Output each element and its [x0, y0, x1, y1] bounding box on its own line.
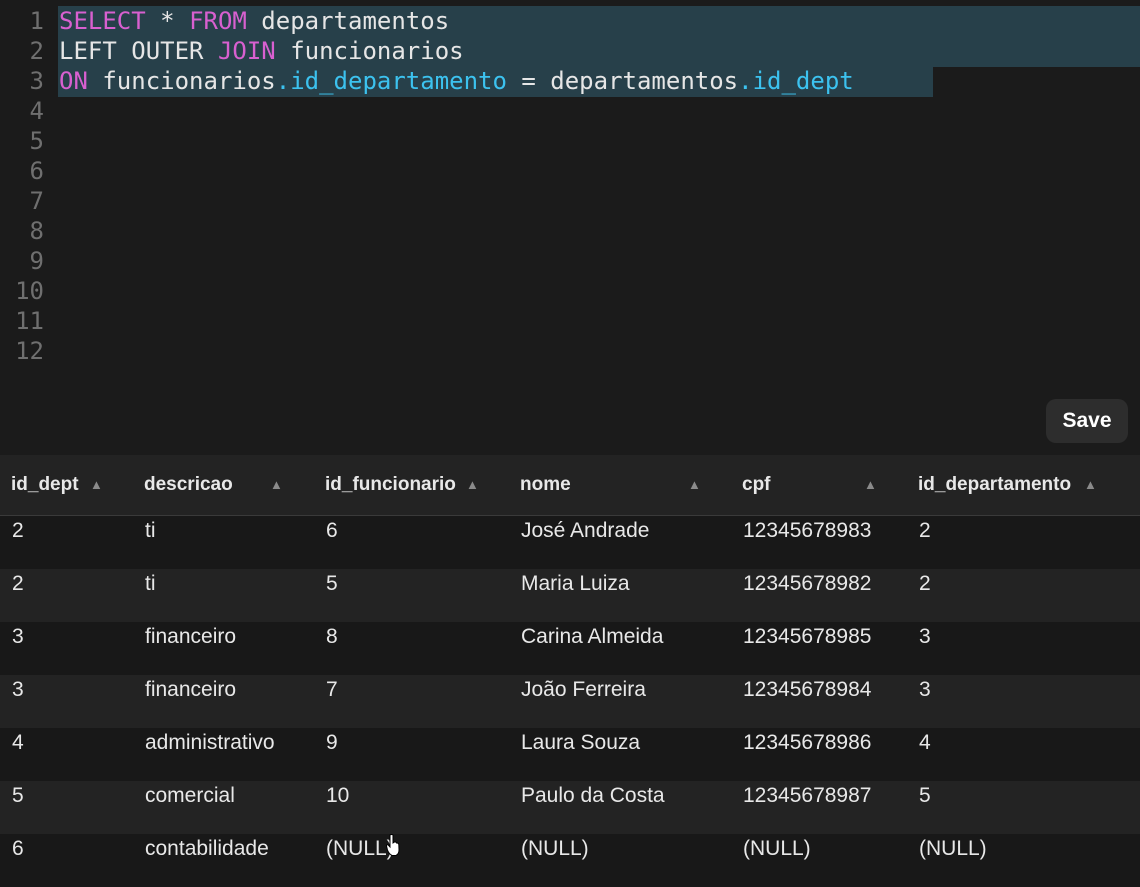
line-number: 8 [29, 217, 44, 245]
cell-id-dept: 5 [12, 784, 24, 807]
column-header-id-funcionario[interactable]: id_funcionario [325, 455, 456, 515]
code-area[interactable]: SELECT * FROM departamentos LEFT OUTER JO… [59, 6, 854, 96]
cell-cpf: 12345678986 [743, 731, 872, 754]
cell-id-funcionario: (NULL) [326, 837, 394, 860]
code-line: SELECT * FROM departamentos [59, 6, 854, 36]
table-row[interactable]: 6 contabilidade (NULL) (NULL) (NULL) (NULL) [0, 834, 1140, 887]
sort-ascending-icon[interactable]: ▲ [864, 455, 877, 515]
cell-id-funcionario: 9 [326, 731, 338, 754]
line-number: 10 [15, 277, 44, 305]
cell-cpf: 12345678982 [743, 572, 872, 595]
cell-cpf: 12345678985 [743, 625, 872, 648]
code-token: funcionarios [275, 37, 464, 65]
line-number-gutter: 1 2 3 4 5 6 7 8 9 10 11 12 [0, 6, 50, 366]
sql-editor[interactable]: 1 2 3 4 5 6 7 8 9 10 11 12 SELECT * FROM departamen… [0, 0, 1140, 455]
cell-id-dept: 3 [12, 625, 24, 648]
cell-id-departamento: 3 [919, 625, 931, 648]
table-row[interactable]: 5 comercial 10 Paulo da Costa 12345678987 5 [0, 781, 1140, 834]
column-header-nome[interactable]: nome [520, 455, 571, 515]
cell-id-departamento: (NULL) [919, 837, 987, 860]
cell-nome: (NULL) [521, 837, 589, 860]
results-grid: id_dept ▲ descricao ▲ id_funcionario ▲ nome ▲ cp… [0, 455, 1140, 887]
cell-id-dept: 2 [12, 519, 24, 542]
sort-ascending-icon[interactable]: ▲ [270, 455, 283, 515]
cell-descricao: administrativo [145, 731, 275, 754]
cell-id-funcionario: 8 [326, 625, 338, 648]
sort-ascending-icon[interactable]: ▲ [90, 455, 103, 515]
code-line: ON funcionarios.id_departamento = depart… [59, 66, 854, 96]
code-token: LEFT OUTER [59, 37, 218, 65]
sql-keyword: SELECT [59, 7, 146, 35]
cell-id-dept: 2 [12, 572, 24, 595]
cell-id-departamento: 3 [919, 678, 931, 701]
cell-id-funcionario: 7 [326, 678, 338, 701]
sql-keyword: ON [59, 67, 88, 95]
table-row[interactable]: 2 ti 5 Maria Luiza 12345678982 2 [0, 569, 1140, 622]
table-row[interactable]: 3 financeiro 7 João Ferreira 12345678984 3 [0, 675, 1140, 728]
code-token: funcionarios [87, 67, 276, 95]
code-line: LEFT OUTER JOIN funcionarios [59, 36, 854, 66]
line-number: 5 [29, 127, 44, 155]
cell-id-departamento: 2 [919, 519, 931, 542]
line-number: 11 [15, 307, 44, 335]
cell-id-dept: 6 [12, 837, 24, 860]
line-number: 3 [29, 67, 44, 95]
save-button[interactable]: Save [1046, 399, 1128, 443]
sort-ascending-icon[interactable]: ▲ [466, 455, 479, 515]
cell-nome: Laura Souza [521, 731, 641, 754]
cell-cpf: (NULL) [743, 837, 811, 860]
column-header-descricao[interactable]: descricao [144, 455, 233, 515]
cell-id-dept: 3 [12, 678, 24, 701]
table-row[interactable]: 3 financeiro 8 Carina Almeida 12345678985 3 [0, 622, 1140, 675]
cell-descricao: ti [145, 572, 156, 595]
column-header-id-dept[interactable]: id_dept [11, 455, 79, 515]
cell-id-funcionario: 6 [326, 519, 338, 542]
sql-keyword: JOIN [217, 37, 276, 65]
cell-nome: José Andrade [521, 519, 650, 542]
column-reference: .id_departamento [275, 67, 507, 95]
cell-nome: Carina Almeida [521, 625, 664, 648]
cell-descricao: comercial [145, 784, 235, 807]
results-header: id_dept ▲ descricao ▲ id_funcionario ▲ nome ▲ cp… [0, 455, 1140, 516]
line-number: 7 [29, 187, 44, 215]
cell-nome: Paulo da Costa [521, 784, 665, 807]
code-token: = departamentos [506, 67, 739, 95]
cell-cpf: 12345678983 [743, 519, 872, 542]
sql-keyword: FROM [189, 7, 247, 35]
line-number: 2 [29, 37, 44, 65]
line-number: 4 [29, 97, 44, 125]
cell-descricao: contabilidade [145, 837, 269, 860]
line-number: 9 [29, 247, 44, 275]
cell-descricao: financeiro [145, 678, 237, 701]
line-number: 12 [15, 337, 44, 365]
column-header-id-departamento[interactable]: id_departamento [918, 455, 1071, 515]
cell-cpf: 12345678984 [743, 678, 872, 701]
cell-id-departamento: 5 [919, 784, 931, 807]
cell-descricao: ti [145, 519, 156, 542]
code-token: * [145, 7, 190, 35]
table-row[interactable]: 4 administrativo 9 Laura Souza 12345678986 4 [0, 728, 1140, 781]
cell-id-funcionario: 10 [326, 784, 350, 807]
line-number: 1 [29, 7, 44, 35]
hand-pointer-icon [386, 834, 400, 856]
cell-id-departamento: 4 [919, 731, 931, 754]
code-token: departamentos [246, 7, 450, 35]
column-header-cpf[interactable]: cpf [742, 455, 771, 515]
sort-ascending-icon[interactable]: ▲ [1084, 455, 1097, 515]
sort-ascending-icon[interactable]: ▲ [688, 455, 701, 515]
cell-descricao: financeiro [145, 625, 237, 648]
cell-nome: João Ferreira [521, 678, 646, 701]
cell-cpf: 12345678987 [743, 784, 872, 807]
cell-id-departamento: 2 [919, 572, 931, 595]
column-reference: .id_dept [738, 67, 854, 95]
cell-nome: Maria Luiza [521, 572, 630, 595]
cell-id-funcionario: 5 [326, 572, 338, 595]
table-row[interactable]: 2 ti 6 José Andrade 12345678983 2 [0, 516, 1140, 569]
cell-id-dept: 4 [12, 731, 24, 754]
line-number: 6 [29, 157, 44, 185]
